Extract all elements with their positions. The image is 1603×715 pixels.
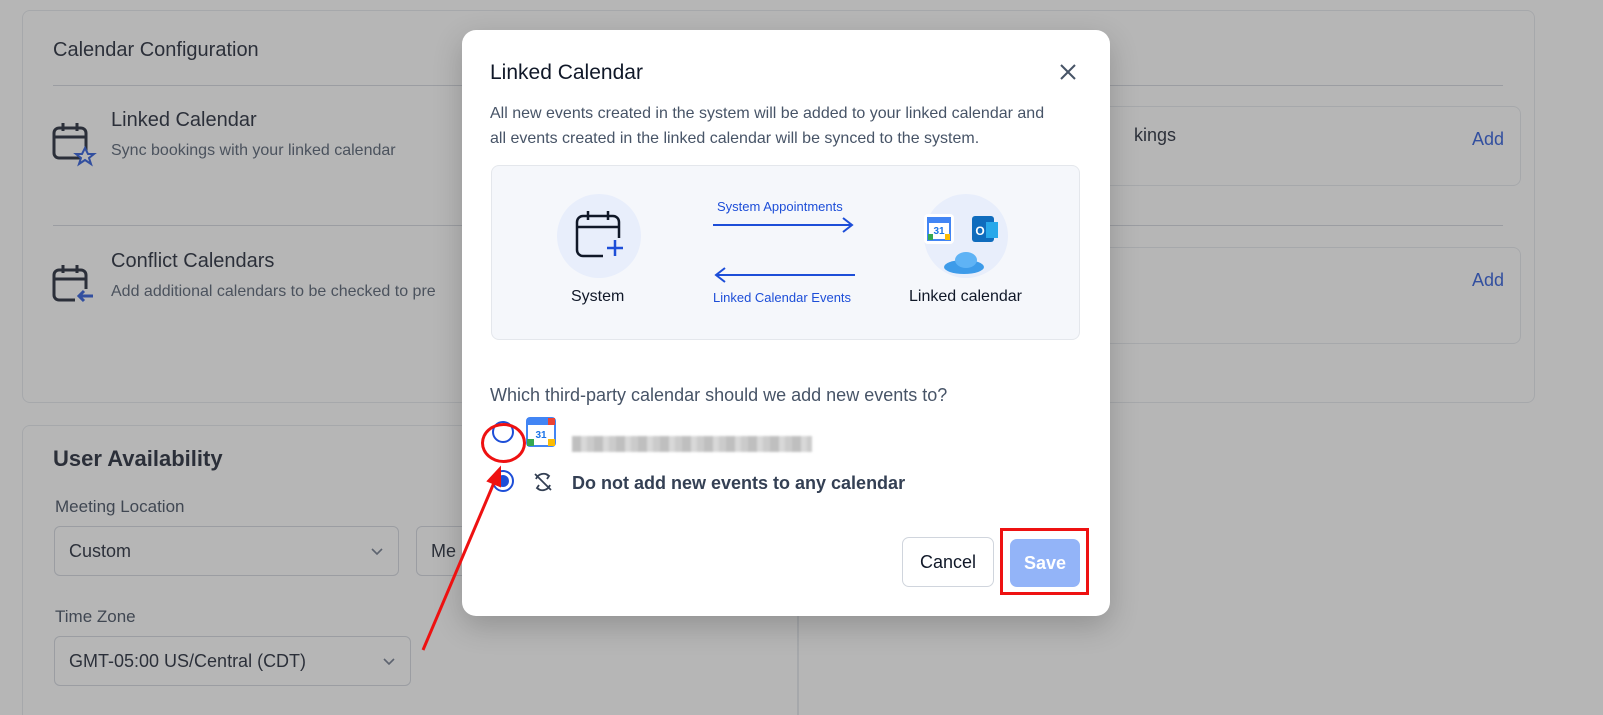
annotation-arrow (421, 465, 501, 651)
